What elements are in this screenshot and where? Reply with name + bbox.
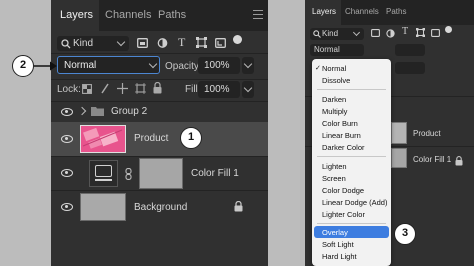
menu-item-lighter-color[interactable]: Lighter Color (322, 210, 365, 219)
panel-menu-icon[interactable] (253, 10, 263, 19)
filter-toggle-icon[interactable] (233, 35, 242, 44)
menu-item-darker-color[interactable]: Darker Color (322, 143, 365, 152)
type-filter-icon[interactable]: T (402, 26, 408, 37)
visibility-eye-icon[interactable] (61, 135, 73, 143)
blend-mode-dropdown[interactable]: Normal (310, 44, 364, 56)
tab-paths[interactable]: Paths (386, 7, 406, 16)
lock-transparency-icon[interactable] (82, 84, 92, 94)
layer-name: Product (413, 129, 441, 138)
callout-badge-2: 2 (12, 55, 34, 77)
chevron-down-icon (116, 37, 126, 47)
chevron-down-icon (148, 59, 158, 69)
layer-row-product[interactable]: Product (51, 122, 268, 156)
menu-item-darken[interactable]: Darken (322, 95, 346, 104)
chevron-down-icon (243, 83, 253, 93)
search-icon (61, 39, 71, 49)
chevron-down-icon (352, 28, 361, 37)
filter-kind-label: Kind (73, 38, 94, 49)
layer-mask-thumbnail (391, 148, 407, 168)
menu-item-linear-burn[interactable]: Linear Burn (322, 131, 361, 140)
fill-input[interactable]: 100% (198, 81, 240, 98)
lock-icon (234, 201, 243, 212)
lock-icon (455, 156, 463, 166)
adjustment-filter-icon[interactable] (157, 38, 168, 48)
opacity-label: Opacity: (165, 61, 202, 72)
layer-row-group-2[interactable]: Group 2 (51, 102, 268, 121)
filter-kind-label: Kind (322, 29, 339, 38)
type-filter-icon[interactable]: T (178, 35, 185, 50)
menu-item-lighten[interactable]: Lighten (322, 162, 347, 171)
fill-slider-toggle[interactable] (242, 81, 254, 98)
menu-item-normal[interactable]: Normal (322, 64, 346, 73)
panel-tab-bar: Layers Channels Paths (305, 0, 474, 25)
filter-kind-dropdown[interactable]: Kind (310, 28, 364, 40)
tab-channels[interactable]: Channels (345, 7, 379, 16)
folder-icon (91, 107, 104, 116)
callout-arrow (34, 61, 57, 71)
opacity-input[interactable]: 100% (198, 57, 240, 74)
layer-row-color-fill-1[interactable]: Color Fill 1 (51, 157, 268, 190)
opacity-value: 100% (204, 60, 230, 71)
lock-label: Lock: (57, 84, 81, 95)
callout-badge-3: 3 (394, 223, 416, 245)
blend-mode-dropdown[interactable]: Normal (57, 56, 160, 74)
layer-thumbnail (80, 193, 126, 221)
tab-paths[interactable]: Paths (158, 9, 186, 21)
lock-pixels-icon[interactable] (100, 83, 110, 94)
shape-filter-icon[interactable] (416, 28, 425, 37)
layer-name: Product (134, 133, 169, 144)
menu-item-hard-light[interactable]: Hard Light (322, 252, 357, 261)
menu-item-multiply[interactable]: Multiply (322, 107, 347, 116)
visibility-eye-icon[interactable] (61, 108, 73, 116)
lock-all-icon[interactable] (153, 82, 162, 94)
menu-item-screen[interactable]: Screen (322, 174, 346, 183)
smart-object-filter-icon[interactable] (431, 29, 440, 37)
callout-badge-1: 1 (180, 127, 202, 149)
adjustment-filter-icon[interactable] (386, 29, 395, 38)
layer-name: Color Fill 1 (413, 155, 452, 164)
chevron-right-icon[interactable] (77, 106, 87, 116)
menu-item-overlay[interactable]: Overlay (322, 228, 348, 237)
search-icon (313, 30, 321, 38)
tab-layers[interactable]: Layers (312, 7, 336, 16)
lock-position-icon[interactable] (117, 83, 128, 94)
layer-name: Background (134, 202, 188, 213)
layer-name: Color Fill 1 (191, 168, 239, 179)
menu-item-dissolve[interactable]: Dissolve (322, 76, 350, 85)
menu-item-linear-dodge-add[interactable]: Linear Dodge (Add) (322, 198, 387, 207)
pixel-filter-icon[interactable] (137, 38, 148, 48)
link-chain-icon[interactable] (125, 168, 133, 180)
filter-kind-dropdown[interactable]: Kind (57, 36, 129, 51)
menu-item-color-dodge[interactable]: Color Dodge (322, 186, 364, 195)
tab-channels[interactable]: Channels (105, 9, 151, 21)
layer-thumbnail (80, 125, 126, 153)
layer-mask-thumbnail[interactable] (139, 158, 183, 189)
shape-filter-icon[interactable] (196, 37, 207, 48)
blend-mode-value: Normal (314, 45, 340, 54)
fill-value: 100% (204, 84, 230, 95)
visibility-eye-icon[interactable] (61, 169, 73, 177)
fill-adjustment-thumbnail (89, 160, 118, 187)
fill-input[interactable] (395, 62, 425, 74)
chevron-down-icon (243, 59, 253, 69)
blend-mode-menu: ✓ Normal Dissolve Darken Multiply Color … (312, 59, 391, 266)
tab-layers[interactable]: Layers (60, 9, 93, 21)
blend-mode-value: Normal (64, 60, 97, 71)
layer-row-background[interactable]: Background (51, 191, 268, 224)
opacity-input[interactable] (395, 44, 425, 56)
panel-tab-bar: Layers Channels Paths (51, 0, 268, 31)
layer-name: Group 2 (111, 106, 148, 117)
visibility-eye-icon[interactable] (61, 203, 73, 211)
smart-object-filter-icon[interactable] (215, 38, 226, 48)
layers-panel: Layers Channels Paths Kind T Normal Opac… (51, 0, 268, 266)
layer-thumbnail (391, 122, 407, 144)
lock-artboard-icon[interactable] (135, 83, 146, 94)
menu-item-soft-light[interactable]: Soft Light (322, 240, 354, 249)
filter-toggle-icon[interactable] (445, 26, 452, 33)
opacity-slider-toggle[interactable] (242, 57, 254, 74)
checkmark-icon: ✓ (315, 65, 321, 72)
menu-item-color-burn[interactable]: Color Burn (322, 119, 358, 128)
pixel-filter-icon[interactable] (371, 29, 380, 37)
